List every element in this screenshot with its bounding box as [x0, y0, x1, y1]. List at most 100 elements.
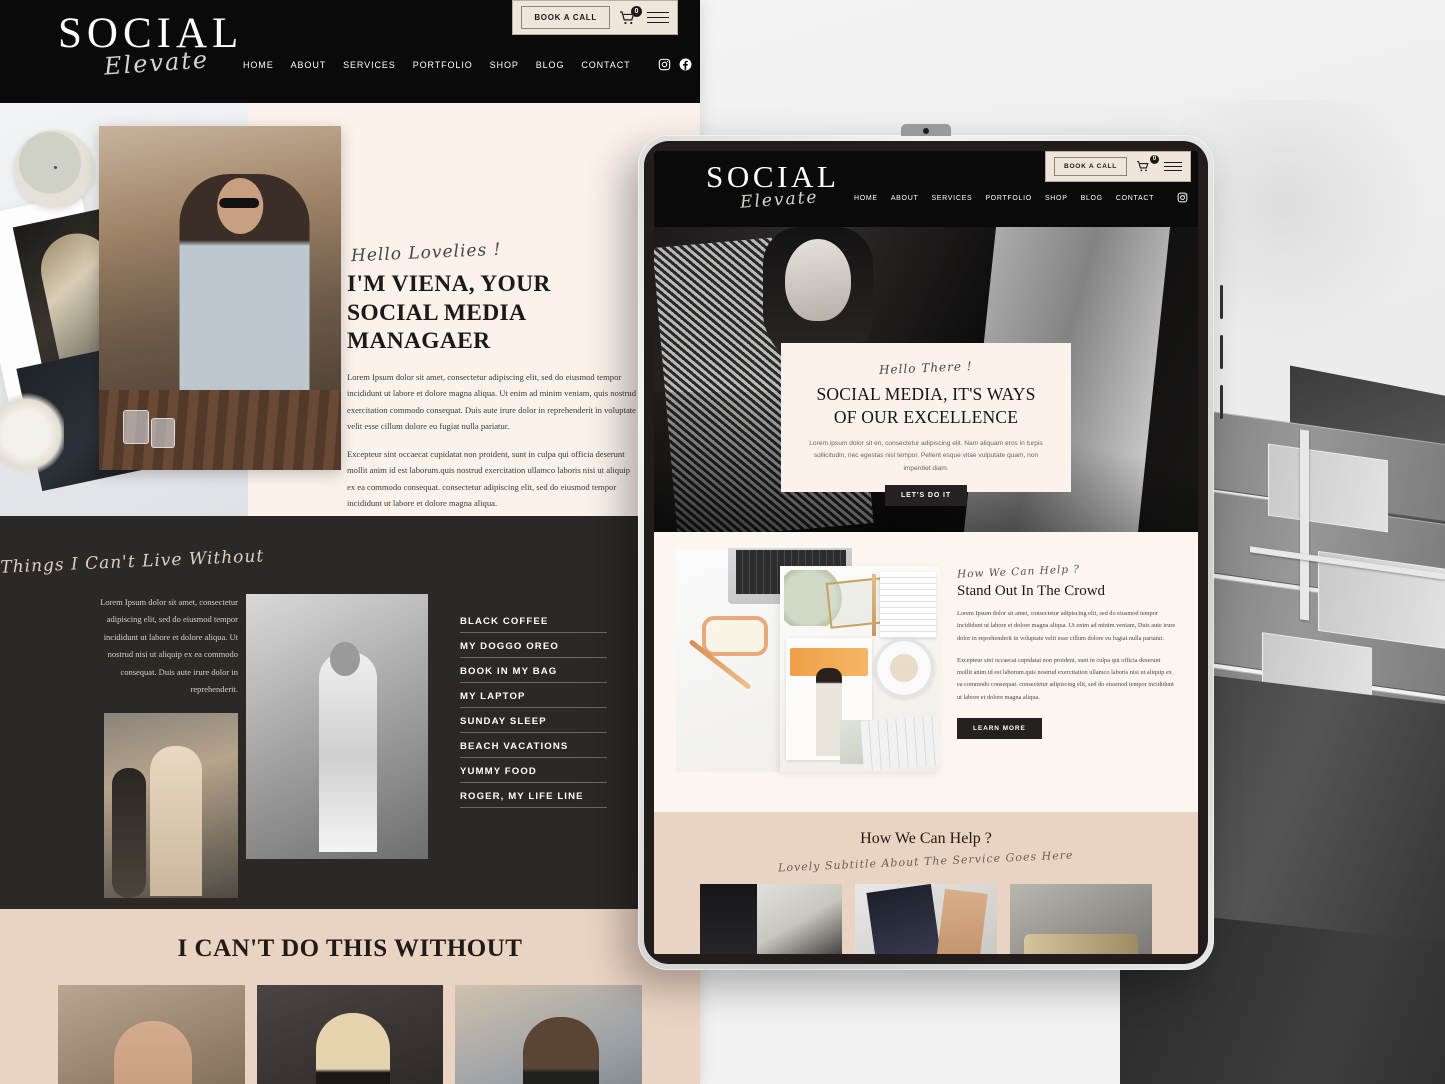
- nav-item-blog[interactable]: BLOG: [536, 60, 565, 70]
- dark-section-image-2: [246, 594, 428, 859]
- tablet-screen: SOCIAL Elevate HOME ABOUT SERVICES PORTF…: [654, 151, 1198, 954]
- hero-paragraph: Lorem ipsum dolor sit en, consectetur ad…: [809, 439, 1043, 473]
- collage-moodboard: [780, 566, 942, 772]
- tablet-header: SOCIAL Elevate HOME ABOUT SERVICES PORTF…: [654, 151, 1198, 227]
- nav-item-contact[interactable]: CONTACT: [581, 60, 630, 70]
- book-a-call-button[interactable]: BOOK A CALL: [1054, 157, 1127, 176]
- desktop-header: SOCIAL Elevate HOME ABOUT SERVICES PORTF…: [0, 0, 700, 103]
- tablet-power-button[interactable]: [1220, 385, 1223, 419]
- hero-heading: I'M VIENA, YOUR SOCIAL MEDIA MANAGAER: [347, 271, 551, 355]
- stand-out-text-block: How We Can Help ? Stand Out In The Crowd…: [957, 550, 1176, 788]
- site-logo[interactable]: SOCIAL Elevate: [58, 12, 243, 81]
- header-cta-pod: BOOK A CALL 0: [1045, 151, 1191, 182]
- nav-item-shop[interactable]: SHOP: [1045, 195, 1068, 202]
- favorites-list: BLACK COFFEE MY DOGGO OREO BOOK IN MY BA…: [460, 594, 607, 898]
- logo-script: Elevate: [103, 45, 210, 81]
- nav-item-portfolio[interactable]: PORTFOLIO: [985, 195, 1032, 202]
- hero-paragraph-2: Excepteur sint occaecat cupidatat non pr…: [347, 448, 631, 509]
- cart-count-badge: 0: [631, 5, 642, 17]
- tablet-hero-section: Hello There ! SOCIAL MEDIA, IT'S WAYS OF…: [654, 227, 1198, 532]
- twitter-icon[interactable]: [700, 58, 701, 71]
- tablet-bezel: SOCIAL Elevate HOME ABOUT SERVICES PORTF…: [644, 141, 1208, 964]
- service-photo-1: [700, 884, 842, 954]
- nav-item-blog[interactable]: BLOG: [1081, 195, 1103, 202]
- nav-item-home[interactable]: HOME: [854, 195, 878, 202]
- tablet-nav[interactable]: HOME ABOUT SERVICES PORTFOLIO SHOP BLOG …: [854, 192, 1198, 205]
- instagram-icon[interactable]: [658, 58, 671, 71]
- collage-notepad: [880, 572, 936, 638]
- how-we-can-help-band: How We Can Help ? Lovely Subtitle About …: [654, 812, 1198, 954]
- help-script-label: How We Can Help ?: [956, 563, 1081, 581]
- list-item: MY DOGGO OREO: [460, 633, 607, 658]
- tablet-mockup: SOCIAL Elevate HOME ABOUT SERVICES PORTF…: [638, 124, 1223, 970]
- header-social-links[interactable]: [1177, 192, 1198, 205]
- lets-do-it-button[interactable]: LET'S DO IT: [884, 485, 968, 507]
- nav-item-services[interactable]: SERVICES: [343, 60, 396, 70]
- portrait-sunglasses: [219, 198, 260, 209]
- shopping-cart-icon[interactable]: 0: [619, 5, 642, 26]
- stand-out-section: How We Can Help ? Stand Out In The Crowd…: [654, 532, 1198, 812]
- bg-rail: [1300, 429, 1309, 621]
- tablet-volume-up-button[interactable]: [1220, 285, 1223, 319]
- dark-section-image-1: [104, 712, 238, 898]
- learn-more-button[interactable]: LEARN MORE: [957, 717, 1042, 739]
- instagram-icon[interactable]: [1177, 192, 1190, 205]
- desktop-mockup: SOCIAL Elevate HOME ABOUT SERVICES PORTF…: [0, 0, 700, 1084]
- nav-item-about[interactable]: ABOUT: [891, 195, 919, 202]
- list-item: BOOK IN MY BAG: [460, 658, 607, 683]
- help-paragraph-2: Excepteur sint occaecat cupidatat non pr…: [957, 656, 1174, 701]
- hero-script-label: Hello Lovelies !: [350, 239, 502, 267]
- help-heading: Stand Out In The Crowd: [957, 583, 1106, 599]
- hamburger-icon[interactable]: [647, 8, 669, 26]
- nav-item-about[interactable]: ABOUT: [291, 60, 327, 70]
- peach-section-title: I CAN'T DO THIS WITHOUT: [177, 935, 523, 962]
- portrait-water-glass: [151, 418, 175, 448]
- tablet-volume-down-button[interactable]: [1220, 335, 1223, 369]
- cart-count-badge: 0: [1150, 154, 1159, 164]
- flatlay-coral: [0, 391, 64, 477]
- nav-item-shop[interactable]: SHOP: [490, 60, 519, 70]
- things-i-cant-live-without-section: Things I Can't Live Without Lorem Ipsum …: [0, 516, 700, 909]
- facebook-icon[interactable]: [679, 58, 692, 71]
- service-photo-2: [855, 884, 997, 954]
- portrait-water-glass: [123, 410, 149, 444]
- team-photo-3: [455, 985, 643, 1084]
- list-item: SUNDAY SLEEP: [460, 708, 607, 733]
- book-a-call-button[interactable]: BOOK A CALL: [521, 6, 610, 29]
- logo-wordmark: SOCIAL: [706, 159, 840, 194]
- hero-portrait-image: [99, 126, 341, 470]
- list-item: YUMMY FOOD: [460, 758, 607, 783]
- nav-item-contact[interactable]: CONTACT: [1116, 195, 1154, 202]
- help-paragraph-1: Lorem Ipsum dolor sit amet, consectetur …: [957, 610, 1176, 642]
- hero-paragraph-1: Lorem Ipsum dolor sit amet, consectetur …: [347, 371, 637, 432]
- nav-item-services[interactable]: SERVICES: [931, 195, 972, 202]
- list-item: ROGER, MY LIFE LINE: [460, 783, 607, 808]
- hero-script-label: Hello There !: [878, 358, 974, 378]
- team-photo-2: [256, 985, 444, 1084]
- band-image-grid: [654, 870, 1198, 954]
- list-item: BLACK COFFEE: [460, 608, 607, 633]
- dark-section-paragraph: Lorem Ipsum dolor sit amet, consectetur …: [100, 597, 238, 695]
- logo-script: Elevate: [739, 187, 820, 213]
- flatlay-candle: [14, 130, 94, 208]
- collage-pencil: [872, 574, 876, 636]
- desktop-nav[interactable]: HOME ABOUT SERVICES PORTFOLIO SHOP BLOG …: [243, 58, 700, 71]
- list-item: BEACH VACATIONS: [460, 733, 607, 758]
- hero-heading: SOCIAL MEDIA, IT'S WAYS OF OUR EXCELLENC…: [816, 384, 1036, 427]
- collage-glass-box: [825, 577, 887, 629]
- collage-keyboard: [860, 715, 942, 771]
- hamburger-icon[interactable]: [1164, 159, 1182, 174]
- desktop-hero-section: Hello Lovelies ! I'M VIENA, YOUR SOCIAL …: [0, 103, 700, 608]
- site-logo[interactable]: SOCIAL Elevate: [706, 159, 840, 213]
- tablet-camera: [901, 124, 951, 136]
- nav-item-portfolio[interactable]: PORTFOLIO: [413, 60, 473, 70]
- service-photo-3: [1010, 884, 1152, 954]
- hero-model-face: [784, 239, 851, 322]
- i-cant-do-this-without-section: I CAN'T DO THIS WITHOUT: [0, 909, 700, 1084]
- peach-image-grid: [0, 985, 700, 1084]
- shopping-cart-icon[interactable]: 0: [1136, 154, 1159, 175]
- collage-eyeglasses: [702, 616, 768, 656]
- dark-section-title: Things I Can't Live Without: [0, 546, 265, 578]
- header-social-links[interactable]: [658, 58, 701, 71]
- nav-item-home[interactable]: HOME: [243, 60, 274, 70]
